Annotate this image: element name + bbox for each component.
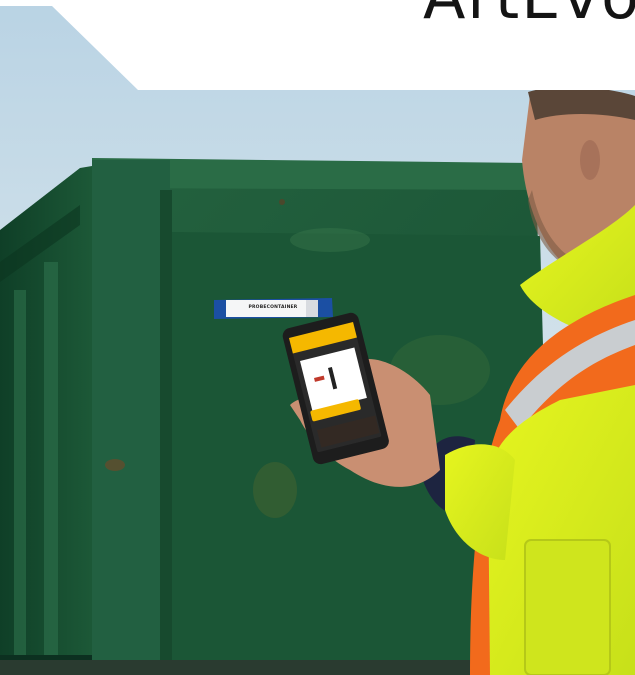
tag-label: PROBECONTAINER: [248, 305, 298, 310]
container-illustration: [0, 86, 635, 675]
photo-scene: ArtEvo PROBECONTAINER: [0, 0, 635, 675]
container-side: [0, 165, 98, 675]
banner-title: ArtEvo: [423, 0, 635, 33]
